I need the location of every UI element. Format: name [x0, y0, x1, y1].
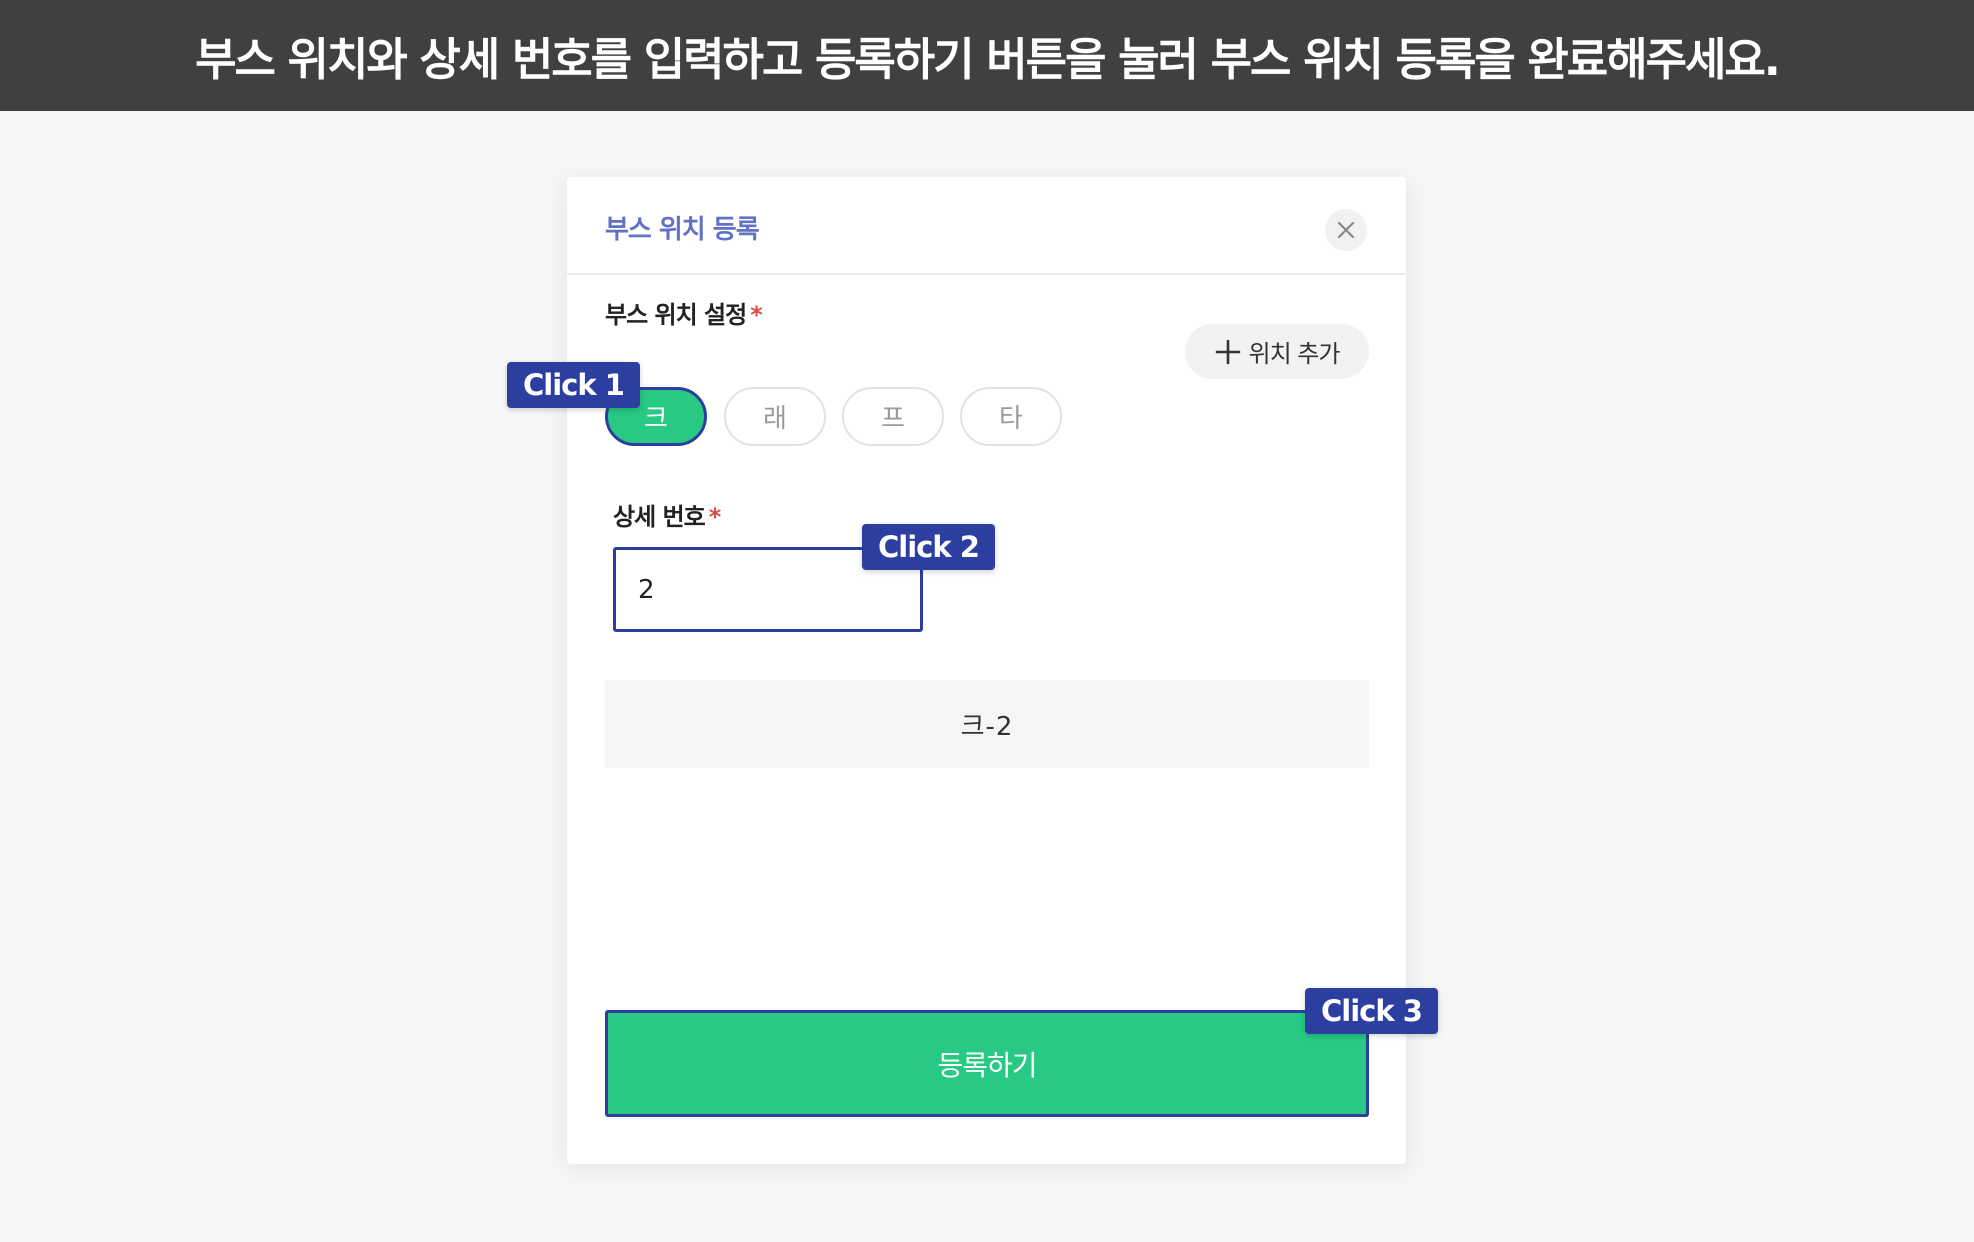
- modal-title: 부스 위치 등록: [605, 215, 760, 245]
- booth-location-modal: 부스 위치 등록 부스 위치 설정 * 위치 추가 크 래 프 타 상세 번호 * …: [567, 177, 1406, 1164]
- location-preview: 크-2: [605, 680, 1369, 768]
- location-option-4[interactable]: 타: [960, 387, 1062, 446]
- required-mark: *: [708, 503, 722, 531]
- instruction-banner: 부스 위치와 상세 번호를 입력하고 등록하기 버튼을 눌러 부스 위치 등록을…: [0, 0, 1974, 111]
- register-button[interactable]: 등록하기: [605, 1010, 1369, 1117]
- instruction-text: 부스 위치와 상세 번호를 입력하고 등록하기 버튼을 눌러 부스 위치 등록을…: [195, 33, 1781, 86]
- required-mark: *: [750, 301, 763, 329]
- location-option-2[interactable]: 래: [724, 387, 826, 446]
- modal-header: 부스 위치 등록: [567, 177, 1406, 275]
- location-setting-label: 부스 위치 설정 *: [605, 301, 763, 329]
- add-location-button[interactable]: 위치 추가: [1185, 324, 1369, 379]
- add-location-label: 위치 추가: [1248, 340, 1341, 368]
- detail-number-label: 상세 번호 *: [613, 503, 722, 531]
- location-option-3[interactable]: 프: [842, 387, 944, 446]
- step-badge-2: Click 2: [862, 524, 995, 570]
- step-badge-3: Click 3: [1305, 988, 1438, 1034]
- step-badge-1: Click 1: [507, 362, 640, 408]
- close-button[interactable]: [1325, 209, 1367, 251]
- plus-icon: [1215, 339, 1240, 364]
- close-icon: [1337, 221, 1355, 239]
